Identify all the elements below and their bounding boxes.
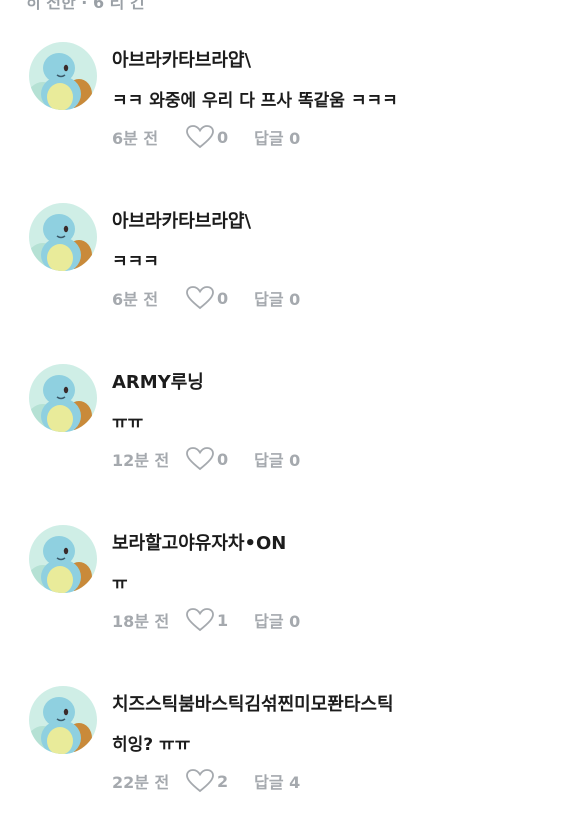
reply-button[interactable]: 답글 0 [254,125,300,149]
like-count: 1 [217,610,229,630]
heart-outline-icon [186,447,214,471]
comment-author[interactable]: 아브라카타브라얍\ [112,46,251,72]
comment-time: 22분 전 [112,773,170,792]
comment-item: 아브라카타브라얍\ ㅋㅋㅋ 6분 전 0 답글 0 [0,203,576,353]
like-button[interactable]: 2 [186,769,228,793]
heart-outline-icon [186,125,214,149]
comment-item: 치즈스틱붐바스틱김섞찐미모퐌타스틱 히잉? ㅠㅠ 22분 전 2 답글 4 [0,686,576,836]
comment-text: ㅠㅠ [112,413,144,433]
avatar[interactable] [29,203,97,271]
squirtle-avatar-icon [29,364,97,432]
like-count: 0 [217,127,229,147]
squirtle-avatar-icon [29,686,97,754]
like-button[interactable]: 1 [186,608,228,632]
comment-text: ㅠ [112,574,128,594]
comment-meta: 12분 전 0 답글 0 [112,446,300,472]
comment-author[interactable]: 보라할고야유자차•ON [112,529,286,555]
previous-comment-meta: 히 전한 · 6 리 긴 [26,0,145,12]
avatar[interactable] [29,364,97,432]
comment-author[interactable]: ARMY루닝 [112,368,204,394]
comment-meta: 6분 전 0 답글 0 [112,124,300,150]
squirtle-avatar-icon [29,203,97,271]
squirtle-avatar-icon [29,525,97,593]
like-button[interactable]: 0 [186,447,228,471]
comment-meta: 18분 전 1 답글 0 [112,607,300,633]
comment-item: 보라할고야유자차•ON ㅠ 18분 전 1 답글 0 [0,525,576,675]
avatar[interactable] [29,525,97,593]
comment-time: 18분 전 [112,612,170,631]
comment-meta: 22분 전 2 답글 4 [112,768,300,794]
comment-meta: 6분 전 0 답글 0 [112,285,300,311]
heart-outline-icon [186,286,214,310]
reply-button[interactable]: 답글 0 [254,447,300,471]
comment-author[interactable]: 치즈스틱붐바스틱김섞찐미모퐌타스틱 [112,690,394,716]
comment-text: 히잉? ㅠㅠ [112,735,191,755]
avatar[interactable] [29,42,97,110]
reply-button[interactable]: 답글 0 [254,608,300,632]
comment-author[interactable]: 아브라카타브라얍\ [112,207,251,233]
comment-item: 아브라카타브라얍\ ㅋㅋ 와중에 우리 다 프사 똑같움 ㅋㅋㅋ 6분 전 0 … [0,42,576,192]
comment-item: ARMY루닝 ㅠㅠ 12분 전 0 답글 0 [0,364,576,514]
comment-time: 6분 전 [112,290,159,309]
avatar[interactable] [29,686,97,754]
like-count: 2 [217,771,229,791]
comment-text: ㅋㅋ 와중에 우리 다 프사 똑같움 ㅋㅋㅋ [112,91,398,111]
squirtle-avatar-icon [29,42,97,110]
comment-time: 12분 전 [112,451,170,470]
heart-outline-icon [186,608,214,632]
like-count: 0 [217,449,229,469]
like-button[interactable]: 0 [186,286,228,310]
heart-outline-icon [186,769,214,793]
like-count: 0 [217,288,229,308]
like-button[interactable]: 0 [186,125,228,149]
reply-button[interactable]: 답글 0 [254,286,300,310]
reply-button[interactable]: 답글 4 [254,769,300,793]
comment-time: 6분 전 [112,129,159,148]
comment-text: ㅋㅋㅋ [112,252,159,272]
